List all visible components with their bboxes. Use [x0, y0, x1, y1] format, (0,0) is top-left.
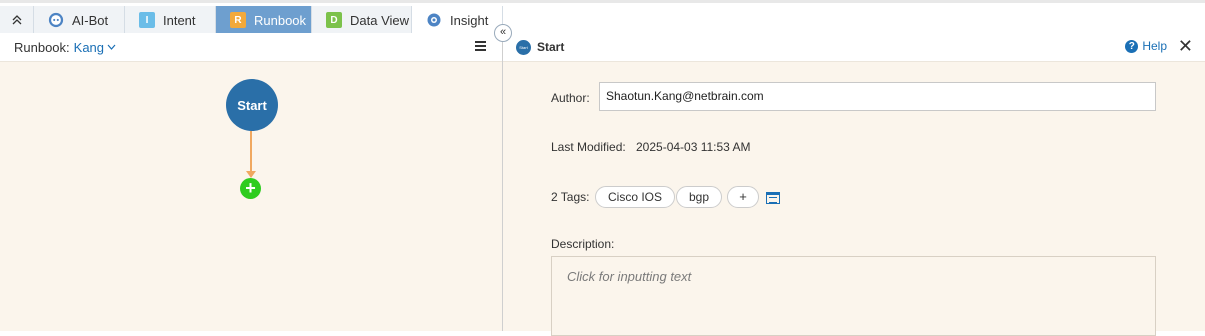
tab-label: AI-Bot: [72, 12, 109, 28]
hamburger-menu-icon[interactable]: [475, 41, 486, 52]
tag-list-icon[interactable]: [766, 192, 780, 204]
insight-icon: [426, 12, 442, 28]
tab-runbook[interactable]: R Runbook: [216, 6, 312, 34]
runbook-selector[interactable]: Kang: [74, 40, 104, 55]
arrow-head-icon: [246, 171, 256, 178]
last-modified-value: 2025-04-03 11:53 AM: [636, 140, 751, 154]
runbook-header: Runbook: Kang: [0, 33, 502, 62]
runbook-label: Runbook:: [14, 39, 70, 55]
tags-label: 2 Tags:: [551, 190, 590, 204]
tab-label: Data View: [350, 12, 410, 28]
help-icon: ?: [1125, 39, 1139, 53]
add-node-button[interactable]: +: [240, 178, 261, 199]
tab-insight[interactable]: Insight: [412, 6, 503, 34]
author-field[interactable]: Shaotun.Kang@netbrain.com: [599, 82, 1156, 111]
data-view-icon: D: [326, 12, 342, 28]
tag-bgp[interactable]: bgp: [676, 186, 723, 208]
tab-data-view[interactable]: D Data View: [312, 6, 412, 34]
properties-title: Start: [537, 40, 565, 54]
collapse-panel-button[interactable]: «: [494, 24, 512, 42]
last-modified-label: Last Modified:: [551, 140, 626, 154]
tab-label: Intent: [163, 12, 196, 28]
help-link[interactable]: ? Help: [1125, 39, 1167, 53]
tab-label: Insight: [450, 12, 489, 28]
tab-label: Runbook: [254, 12, 307, 28]
tab-bar: AI-Bot I Intent R Runbook D Data View In…: [0, 0, 1205, 36]
runbook-icon: R: [230, 12, 246, 28]
close-icon[interactable]: ✕: [1178, 36, 1193, 57]
start-node-icon: Start: [516, 39, 531, 55]
node-properties-panel: Start Start ? Help ✕ Author: Shaotun.Kan…: [503, 33, 1205, 336]
start-node[interactable]: Start: [226, 79, 278, 131]
intent-icon: I: [139, 12, 155, 28]
ai-bot-icon: [48, 12, 64, 28]
tag-cisco-ios[interactable]: Cisco IOS: [595, 186, 676, 208]
author-label: Author:: [551, 91, 590, 105]
collapse-up-icon[interactable]: [0, 6, 34, 34]
chevron-down-icon[interactable]: [107, 42, 116, 53]
description-label: Description:: [551, 237, 615, 251]
flow-connector: [250, 131, 252, 173]
add-tag-button[interactable]: +: [727, 186, 759, 208]
runbook-canvas-panel: Runbook: Kang Start +: [0, 33, 503, 331]
help-label: Help: [1142, 39, 1167, 53]
properties-header: Start Start ? Help ✕: [503, 33, 1205, 62]
tab-intent[interactable]: I Intent: [125, 6, 216, 34]
tab-ai-bot[interactable]: AI-Bot: [34, 6, 125, 34]
description-input[interactable]: Click for inputting text: [551, 256, 1156, 336]
